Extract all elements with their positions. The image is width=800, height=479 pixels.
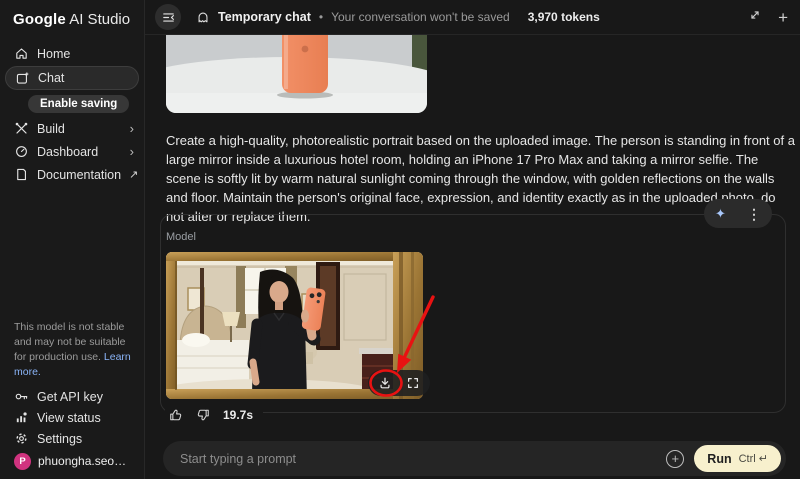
- home-icon: [14, 46, 29, 61]
- user-prompt-text: Create a high-quality, photorealistic po…: [166, 131, 795, 226]
- sidebar-item-dashboard[interactable]: Dashboard ›: [0, 140, 144, 163]
- thumbs-down-button[interactable]: [196, 408, 210, 422]
- sidebar-item-label: Chat: [38, 71, 64, 85]
- fullscreen-image-button[interactable]: [402, 372, 424, 394]
- external-link-icon: ↗: [129, 168, 138, 181]
- user-avatar: P: [14, 453, 31, 470]
- uploaded-image-graphic: [166, 35, 427, 113]
- sidebar-item-label: Documentation: [37, 168, 121, 182]
- download-icon: [378, 376, 392, 390]
- fullscreen-icon: [406, 376, 420, 390]
- thumbs-down-icon: [196, 408, 210, 422]
- status-icon: [14, 410, 29, 425]
- generation-time: 19.7s: [223, 408, 253, 422]
- enable-saving-button[interactable]: Enable saving: [28, 95, 129, 113]
- footer-item-label: View status: [37, 411, 101, 425]
- sidebar: Google AI Studio Home Chat Enable saving: [0, 0, 145, 479]
- build-tools-icon: [14, 121, 29, 136]
- sidebar-nav: Home Chat Enable saving Build ›: [0, 42, 144, 186]
- run-button[interactable]: Run Ctrl ↵: [694, 445, 781, 472]
- app-logo[interactable]: Google AI Studio: [0, 0, 144, 28]
- sidebar-item-chat[interactable]: Chat: [5, 66, 139, 90]
- logo-ai-studio: AI Studio: [69, 11, 130, 28]
- model-label: Model: [166, 231, 196, 243]
- prompt-input[interactable]: [180, 452, 666, 466]
- collapse-sidebar-button[interactable]: [155, 4, 181, 30]
- footer-item-label: Settings: [37, 432, 82, 446]
- key-icon: [14, 389, 29, 404]
- settings-button[interactable]: Settings: [0, 428, 144, 449]
- collapse-panel-icon[interactable]: [748, 8, 762, 27]
- run-shortcut: Ctrl ↵: [739, 452, 768, 465]
- download-image-button[interactable]: [374, 372, 396, 394]
- dashboard-icon: [14, 144, 29, 159]
- user-name: phuongha.seomento...: [38, 454, 134, 468]
- thumbs-up-icon: [169, 408, 183, 422]
- run-label: Run: [707, 452, 731, 466]
- chevron-right-icon: ›: [130, 145, 134, 158]
- sparkle-icon[interactable]: ✦: [715, 207, 726, 220]
- prompt-composer: + Run Ctrl ↵: [163, 441, 786, 476]
- top-bar: Temporary chat • Your conversation won't…: [145, 0, 800, 35]
- sidebar-item-label: Home: [37, 47, 70, 61]
- sidebar-item-documentation[interactable]: Documentation ↗: [0, 163, 144, 186]
- logo-google: Google: [13, 11, 66, 28]
- get-api-key-button[interactable]: Get API key: [0, 386, 144, 407]
- image-actions-toolbar: [368, 370, 430, 396]
- chat-title: Temporary chat: [218, 10, 311, 24]
- temporary-chat-icon: [195, 10, 210, 25]
- google-ai-studio-app: Google AI Studio Home Chat Enable saving: [0, 0, 800, 479]
- chevron-right-icon: ›: [130, 122, 134, 135]
- more-options-icon[interactable]: ⋮: [747, 207, 761, 221]
- sidebar-item-home[interactable]: Home: [0, 42, 144, 65]
- chat-plus-icon: [15, 71, 30, 86]
- footer-item-label: Get API key: [37, 390, 103, 404]
- title-separator: •: [319, 10, 323, 24]
- thumbs-up-button[interactable]: [169, 408, 183, 422]
- document-icon: [14, 167, 29, 182]
- model-disclaimer: This model is not stable and may not be …: [0, 320, 144, 386]
- main-area: Temporary chat • Your conversation won't…: [145, 0, 800, 479]
- collapse-sidebar-icon: [161, 10, 176, 25]
- user-account-button[interactable]: P phuongha.seomento...: [0, 449, 144, 473]
- model-turn-footer: 19.7s: [165, 405, 263, 424]
- turn-hover-toolbar: ✦ ⋮: [704, 199, 772, 228]
- topbar-actions: +: [748, 8, 788, 27]
- chat-notice: Your conversation won't be saved: [331, 10, 510, 24]
- gear-icon: [14, 431, 29, 446]
- sidebar-item-label: Build: [37, 122, 122, 136]
- uploaded-image[interactable]: [166, 35, 427, 113]
- plus-icon[interactable]: +: [778, 9, 788, 26]
- sidebar-footer: This model is not stable and may not be …: [0, 320, 144, 473]
- add-attachment-icon[interactable]: +: [666, 450, 684, 468]
- sidebar-item-build[interactable]: Build ›: [0, 117, 144, 140]
- view-status-button[interactable]: View status: [0, 407, 144, 428]
- sidebar-item-label: Dashboard: [37, 145, 122, 159]
- token-count: 3,970 tokens: [528, 10, 600, 24]
